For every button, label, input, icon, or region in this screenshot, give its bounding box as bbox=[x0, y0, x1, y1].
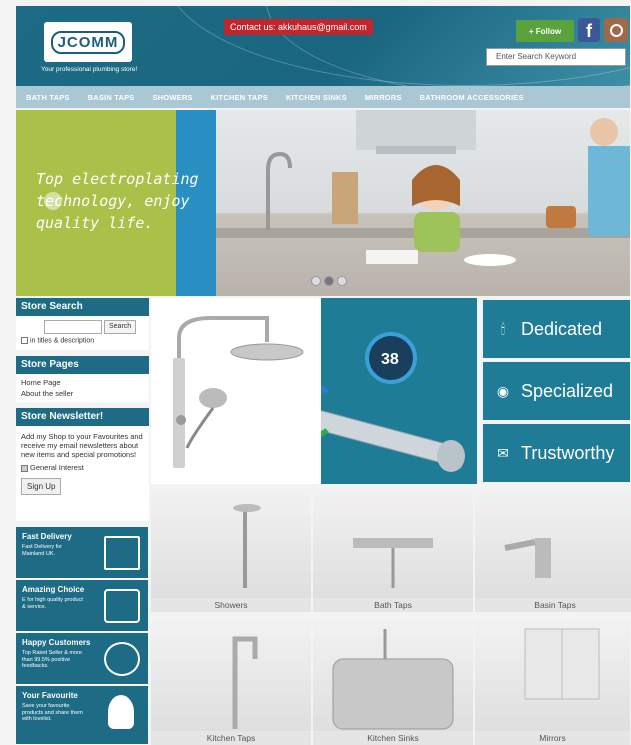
store-page-link-about[interactable]: About the seller bbox=[21, 389, 144, 398]
delivery-truck-icon bbox=[104, 536, 140, 570]
hero-banner[interactable]: Top electroplating technology, enjoy qua… bbox=[16, 110, 630, 296]
slider-dot[interactable] bbox=[337, 276, 347, 286]
feature-tag-trustworthy: ✉ Trustworthy bbox=[483, 424, 630, 482]
category-label: Showers bbox=[151, 598, 311, 612]
category-tile-bath-taps[interactable]: Bath Taps bbox=[313, 488, 473, 612]
titles-description-checkbox[interactable] bbox=[21, 337, 28, 344]
newsletter-heading: Store Newsletter! bbox=[16, 408, 149, 426]
feature-tag-dedicated: 🕯 Dedicated bbox=[483, 300, 630, 358]
mirrors-thumbnail bbox=[524, 628, 600, 700]
shower-set-illustration bbox=[173, 316, 304, 468]
general-interest-checkbox[interactable] bbox=[21, 464, 28, 472]
store-page-link-home[interactable]: Home Page bbox=[21, 378, 144, 387]
promo-desc: Fast Delivery for Mainland UK. bbox=[22, 544, 63, 557]
sidebar: Store Search Search in titles & descript… bbox=[16, 298, 149, 521]
newsletter-text: Add my Shop to your Favourites and recei… bbox=[21, 432, 143, 459]
category-tile-kitchen-taps[interactable]: Kitchen Taps bbox=[151, 619, 311, 745]
showers-thumbnail bbox=[233, 504, 261, 588]
target-icon: ◉ bbox=[496, 382, 510, 399]
promo-happy-customers: Happy Customers Top Rated Seller & more … bbox=[16, 633, 148, 685]
slider-dot[interactable] bbox=[311, 276, 321, 286]
thumbs-up-icon bbox=[104, 642, 140, 676]
instagram-icon[interactable] bbox=[604, 18, 628, 42]
category-label: Basin Taps bbox=[475, 598, 631, 612]
follow-button[interactable]: + Follow bbox=[516, 20, 574, 42]
category-nav: BATH TAPS BASIN TAPS SHOWERS KITCHEN TAP… bbox=[16, 86, 630, 108]
promo-your-favourite: Your Favourite Save your favourite produ… bbox=[16, 686, 148, 745]
nav-item-kitchen-taps[interactable]: KITCHEN TAPS bbox=[211, 93, 268, 102]
promo-fast-delivery: Fast Delivery Fast Delivery for Mainland… bbox=[16, 527, 148, 579]
promo-desc: Top Rated Seller & more than 99.5% posit… bbox=[22, 650, 82, 669]
kitchen-sinks-thumbnail bbox=[332, 629, 454, 730]
header-swoosh-decoration bbox=[266, 6, 630, 86]
nav-item-kitchen-sinks[interactable]: KITCHEN SINKS bbox=[286, 93, 347, 102]
promo-amazing-choice: Amazing Choice E for high quality produc… bbox=[16, 580, 148, 632]
tap-icon: 🕯 bbox=[501, 320, 505, 337]
titles-description-label: in titles & description bbox=[30, 337, 95, 345]
category-tile-basin-taps[interactable]: Basin Taps bbox=[475, 488, 631, 612]
sign-up-button[interactable]: Sign Up bbox=[21, 478, 62, 495]
temperature-readout: 38 bbox=[381, 351, 399, 368]
header: JCOMM Your professional plumbing store! … bbox=[16, 6, 630, 86]
slider-dots bbox=[311, 276, 347, 286]
warehouse-icon bbox=[104, 589, 140, 623]
logo-text: JCOMM bbox=[50, 30, 126, 54]
heart-person-icon bbox=[108, 695, 134, 729]
store-pages-heading: Store Pages bbox=[16, 356, 149, 374]
kitchen-scene-illustration bbox=[216, 110, 630, 266]
store-page: JCOMM Your professional plumbing store! … bbox=[0, 0, 631, 745]
promo-desc: E for high quality product & service. bbox=[22, 597, 83, 610]
banner-kitchen-photo bbox=[216, 110, 630, 296]
feature-shower-image[interactable] bbox=[151, 298, 321, 484]
facebook-icon[interactable]: f bbox=[578, 18, 600, 42]
nav-item-basin-taps[interactable]: BASIN TAPS bbox=[88, 93, 135, 102]
category-label: Kitchen Taps bbox=[151, 731, 311, 745]
store-search-heading: Store Search bbox=[16, 298, 149, 316]
category-label: Mirrors bbox=[475, 731, 630, 745]
nav-item-bath-taps[interactable]: BATH TAPS bbox=[26, 93, 70, 102]
category-label: Kitchen Sinks bbox=[313, 731, 473, 745]
category-label: Bath Taps bbox=[313, 598, 473, 612]
kitchen-taps-thumbnail bbox=[232, 636, 258, 729]
newsletter-panel: Add my Shop to your Favourites and recei… bbox=[16, 426, 149, 521]
thermostatic-valve-illustration: 38 bbox=[321, 332, 465, 472]
nav-item-showers[interactable]: SHOWERS bbox=[152, 93, 192, 102]
slider-dot-active[interactable] bbox=[324, 276, 334, 286]
slider-prev-button[interactable] bbox=[44, 192, 62, 210]
envelope-icon: ✉ bbox=[497, 444, 509, 461]
basin-taps-thumbnail bbox=[504, 538, 551, 578]
category-tile-mirrors[interactable]: Mirrors bbox=[475, 619, 630, 745]
category-tile-kitchen-sinks[interactable]: Kitchen Sinks bbox=[313, 619, 473, 745]
store-search-input[interactable] bbox=[44, 320, 102, 334]
feature-tag-label: Specialized bbox=[521, 380, 614, 401]
bath-taps-thumbnail bbox=[353, 538, 433, 588]
promo-desc: Save your favourite products and share t… bbox=[22, 703, 83, 722]
feature-thermostatic-valve[interactable]: 38 bbox=[321, 298, 477, 484]
general-interest-label: General Interest bbox=[30, 463, 84, 472]
feature-tag-specialized: ◉ Specialized bbox=[483, 362, 630, 420]
store-logo[interactable]: JCOMM bbox=[44, 22, 132, 62]
category-tile-showers[interactable]: Showers bbox=[151, 488, 311, 612]
feature-tag-label: Trustworthy bbox=[521, 442, 615, 463]
nav-item-bathroom-accessories[interactable]: BATHROOM ACCESSORIES bbox=[420, 93, 524, 102]
store-pages-panel: Home Page About the seller bbox=[16, 374, 149, 402]
feature-tag-label: Dedicated bbox=[521, 318, 603, 339]
search-input[interactable]: Enter Search Keyword bbox=[486, 48, 626, 66]
store-tagline: Your professional plumbing store! bbox=[41, 66, 138, 73]
store-search-panel: Search in titles & description bbox=[16, 316, 149, 350]
contact-email-link[interactable]: Contact us: akkuhaus@gmail.com bbox=[224, 19, 373, 35]
store-search-button[interactable]: Search bbox=[104, 320, 137, 334]
nav-item-mirrors[interactable]: MIRRORS bbox=[365, 93, 402, 102]
